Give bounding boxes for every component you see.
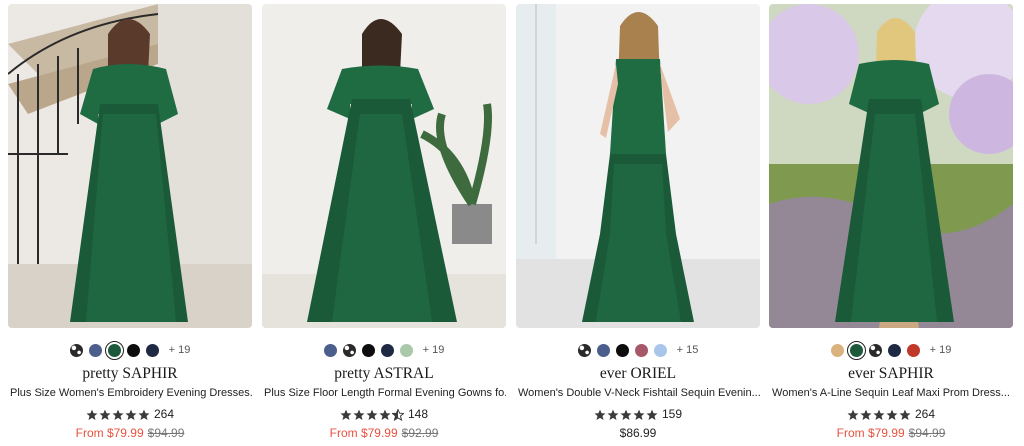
swatch-navy-blue[interactable] <box>596 343 610 357</box>
star-icon <box>860 408 872 420</box>
swatch-print[interactable] <box>69 343 83 357</box>
swatch-dark-navy[interactable] <box>380 343 394 357</box>
swatch-black[interactable] <box>361 343 375 357</box>
product-image[interactable] <box>8 4 252 328</box>
sale-price: From $79.99 <box>329 426 398 440</box>
rating: 159 <box>516 406 760 422</box>
more-colors-count[interactable]: + 19 <box>930 344 952 356</box>
star-icon <box>886 408 898 420</box>
more-colors-count[interactable]: + 19 <box>423 344 445 356</box>
star-icon <box>633 408 645 420</box>
more-colors-count[interactable]: + 15 <box>677 344 699 356</box>
rating: 264 <box>769 406 1013 422</box>
star-icon <box>379 408 391 420</box>
sale-price: From $79.99 <box>75 426 144 440</box>
star-icon <box>353 408 365 420</box>
original-price: $92.99 <box>401 426 439 440</box>
review-count[interactable]: 264 <box>154 407 174 421</box>
price: $86.99 <box>516 425 760 441</box>
star-icon <box>620 408 632 420</box>
product-title[interactable]: Women's A-Line Sequin Leaf Maxi Prom Dre… <box>769 386 1013 400</box>
star-icon <box>646 408 658 420</box>
swatch-dark-navy[interactable] <box>145 343 159 357</box>
swatch-dark-green[interactable] <box>846 340 866 360</box>
more-colors-count[interactable]: + 19 <box>169 344 191 356</box>
review-count[interactable]: 264 <box>915 407 935 421</box>
product-image[interactable] <box>769 4 1013 328</box>
swatch-sage[interactable] <box>399 343 413 357</box>
product-title[interactable]: Plus Size Women's Embroidery Evening Dre… <box>8 386 252 400</box>
star-icon <box>138 408 150 420</box>
product-brand[interactable]: ever SAPHIR <box>769 365 1013 383</box>
product-card[interactable]: + 19 pretty SAPHIR Plus Size Women's Emb… <box>8 4 252 441</box>
star-icon <box>847 408 859 420</box>
product-card[interactable]: + 19 pretty ASTRAL Plus Size Floor Lengt… <box>262 4 506 441</box>
star-icon <box>607 408 619 420</box>
rating: 264 <box>8 406 252 422</box>
swatch-print[interactable] <box>342 343 356 357</box>
review-count[interactable]: 148 <box>408 407 428 421</box>
product-image[interactable] <box>262 4 506 328</box>
product-grid: + 19 pretty SAPHIR Plus Size Women's Emb… <box>0 0 1024 446</box>
price: From $79.99 $94.99 <box>8 425 252 441</box>
swatch-champagne[interactable] <box>830 343 844 357</box>
star-icon <box>99 408 111 420</box>
star-icon <box>594 408 606 420</box>
price: From $79.99 $92.99 <box>262 425 506 441</box>
star-icon <box>899 408 911 420</box>
product-brand[interactable]: ever ORIEL <box>516 365 760 383</box>
product-card[interactable]: + 19 ever SAPHIR Women's A-Line Sequin L… <box>769 4 1013 441</box>
star-icon <box>340 408 352 420</box>
color-swatches: + 15 <box>516 341 760 359</box>
swatch-black[interactable] <box>615 343 629 357</box>
color-swatches: + 19 <box>262 341 506 359</box>
star-icon <box>125 408 137 420</box>
star-icon <box>391 408 405 422</box>
swatch-print[interactable] <box>577 343 591 357</box>
swatch-navy-blue[interactable] <box>88 343 102 357</box>
product-brand[interactable]: pretty SAPHIR <box>8 365 252 383</box>
original-price: $94.99 <box>908 426 946 440</box>
product-title[interactable]: Plus Size Floor Length Formal Evening Go… <box>262 386 506 400</box>
star-icon <box>86 408 98 420</box>
swatch-print[interactable] <box>868 343 882 357</box>
star-icon <box>366 408 378 420</box>
swatch-mauve[interactable] <box>634 343 648 357</box>
product-card[interactable]: + 15 ever ORIEL Women's Double V-Neck Fi… <box>516 4 760 441</box>
product-title[interactable]: Women's Double V-Neck Fishtail Sequin Ev… <box>516 386 760 400</box>
sale-price: From $79.99 <box>836 426 905 440</box>
swatch-light-blue[interactable] <box>653 343 667 357</box>
star-icon <box>112 408 124 420</box>
original-price: $94.99 <box>147 426 185 440</box>
color-swatches: + 19 <box>769 340 1013 360</box>
swatch-dark-navy[interactable] <box>887 343 901 357</box>
star-icon <box>873 408 885 420</box>
review-count[interactable]: 159 <box>662 407 682 421</box>
swatch-dark-green[interactable] <box>104 340 124 360</box>
color-swatches: + 19 <box>8 340 252 360</box>
product-price: $86.99 <box>619 426 657 440</box>
product-brand[interactable]: pretty ASTRAL <box>262 365 506 383</box>
swatch-red[interactable] <box>906 343 920 357</box>
swatch-navy-blue[interactable] <box>323 343 337 357</box>
rating: 148 <box>262 406 506 422</box>
swatch-black[interactable] <box>126 343 140 357</box>
price: From $79.99 $94.99 <box>769 425 1013 441</box>
product-image[interactable] <box>516 4 760 328</box>
